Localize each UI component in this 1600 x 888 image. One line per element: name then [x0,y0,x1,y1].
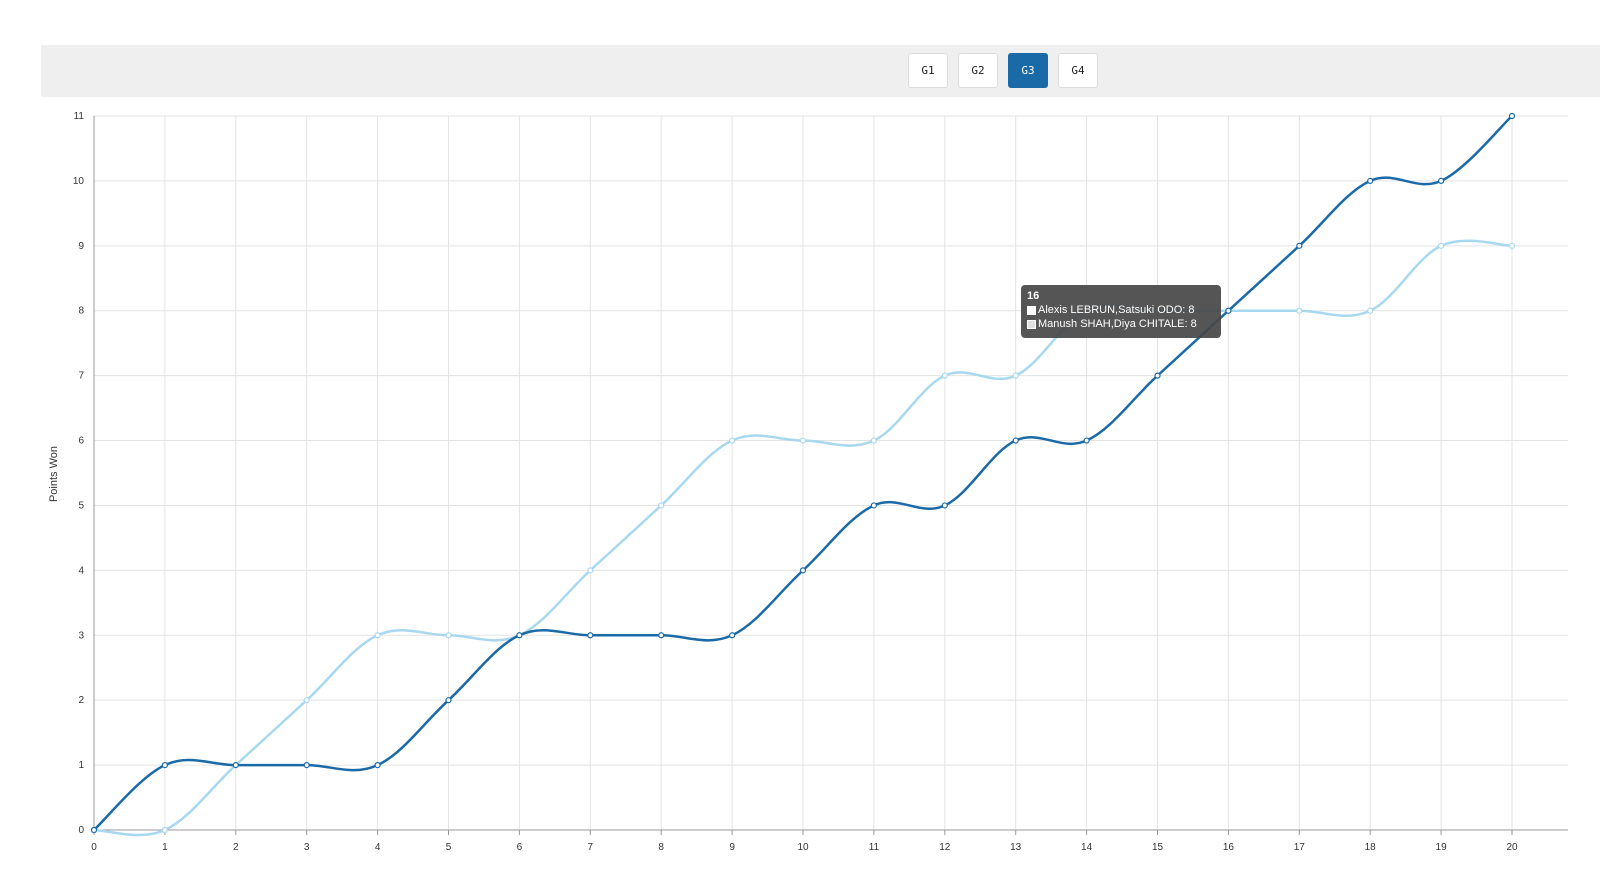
y-tick-label: 5 [78,500,84,511]
x-tick-label: 1 [162,842,168,853]
data-point [161,761,168,769]
data-point [658,632,665,639]
x-tick-label: 4 [375,842,381,853]
x-tick-label: 12 [939,842,951,853]
data-point [1154,372,1161,379]
y-tick-label: 9 [78,241,84,252]
x-tick-label: 3 [304,842,310,853]
y-tick-label: 1 [78,760,84,771]
x-tick-label: 10 [797,842,809,853]
chart-grid [93,115,1568,835]
y-tick-label: 6 [78,436,84,447]
data-point [516,632,523,639]
data-point [1296,307,1303,314]
tab-g3[interactable]: G3 [1008,53,1048,88]
data-point [374,632,381,639]
data-point [303,697,310,704]
tab-g4[interactable]: G4 [1058,53,1098,88]
data-point [1012,372,1019,379]
data-point [1083,437,1090,444]
chart-tooltip: 16 Alexis LEBRUN,Satsuki ODO: 8 Manush S… [1021,285,1221,338]
x-tick-label: 15 [1152,842,1164,853]
y-tick-label: 3 [78,630,84,641]
data-point [90,826,98,834]
x-tick-label: 11 [869,842,880,853]
x-tick-label: 6 [517,842,523,853]
data-point [1437,242,1445,249]
x-tick-label: 20 [1506,842,1518,853]
y-tick-label: 8 [78,306,84,317]
tooltip-row-text: Manush SHAH,Diya CHITALE: 8 [1038,318,1197,330]
data-point [374,761,381,769]
data-point [728,437,736,444]
x-tick-label: 7 [588,842,594,853]
y-tick-label: 0 [78,825,84,836]
data-point [587,567,594,574]
game-tabs: G1 G2 G3 G4 [908,53,1098,88]
y-tick-label: 4 [78,565,84,576]
tab-g1[interactable]: G1 [908,53,948,88]
data-point [303,761,310,769]
tooltip-title: 16 [1027,290,1040,302]
data-point [941,372,948,379]
points-chart: 012345678910110 1 2 3 4 5 6 7 8 9 10 11 12 13 14 15 16 17… [48,111,1568,853]
data-point [1225,307,1232,314]
data-point [161,826,168,834]
y-axis-title: Points Won [48,446,60,502]
tooltip-row-text: Alexis LEBRUN,Satsuki ODO: 8 [1038,304,1195,316]
data-point [232,761,239,769]
y-tick-label: 2 [78,695,84,706]
x-tick-label: 9 [729,842,735,853]
y-tick-label: 11 [74,111,85,122]
legend-swatch-icon [1027,305,1036,315]
legend-swatch-icon [1027,319,1036,329]
x-tick-label: 2 [233,842,239,853]
data-point [870,502,878,509]
data-point [941,502,948,509]
x-tick-label: 16 [1223,842,1235,853]
data-point [1296,242,1303,249]
data-point [728,632,736,639]
tooltip-row: Manush SHAH,Diya CHITALE: 8 [1027,317,1215,331]
page: 0 1 2 3 4 5 6 7 8 9 10 11 0 1 2 3 4 5 6 7 8 9 10 11 12 13 14 15 16 17… [0,0,1600,888]
x-tick-label: 14 [1081,842,1093,853]
data-point [658,502,665,509]
data-point [1367,177,1374,185]
data-point [799,567,807,574]
tooltip-row: Alexis LEBRUN,Satsuki ODO: 8 [1027,303,1215,317]
data-point [587,632,594,639]
data-point [1508,112,1516,120]
x-tick-label: 5 [446,842,452,853]
data-point [870,437,878,444]
x-tick-label: 18 [1365,842,1377,853]
chart-axes: 012345678910110 1 2 3 4 5 6 7 8 9 10 11 12 13 14 15 16 17… [73,111,1568,853]
y-tick-label: 7 [78,371,84,382]
tab-g2[interactable]: G2 [958,53,998,88]
y-tick-label: 10 [73,176,85,187]
x-tick-label: 8 [658,842,664,853]
x-tick-label: 0 [91,842,97,853]
data-point [445,697,452,704]
data-point [1367,307,1374,314]
data-point [1437,177,1445,185]
data-point [799,437,807,444]
x-tick-label: 13 [1010,842,1022,853]
data-point [1508,242,1516,249]
data-point [445,632,452,639]
x-tick-label: 19 [1436,842,1448,853]
data-point [1012,437,1019,444]
game-selector-bar: G1 G2 G3 G4 [41,45,1600,97]
x-tick-label: 17 [1294,842,1306,853]
